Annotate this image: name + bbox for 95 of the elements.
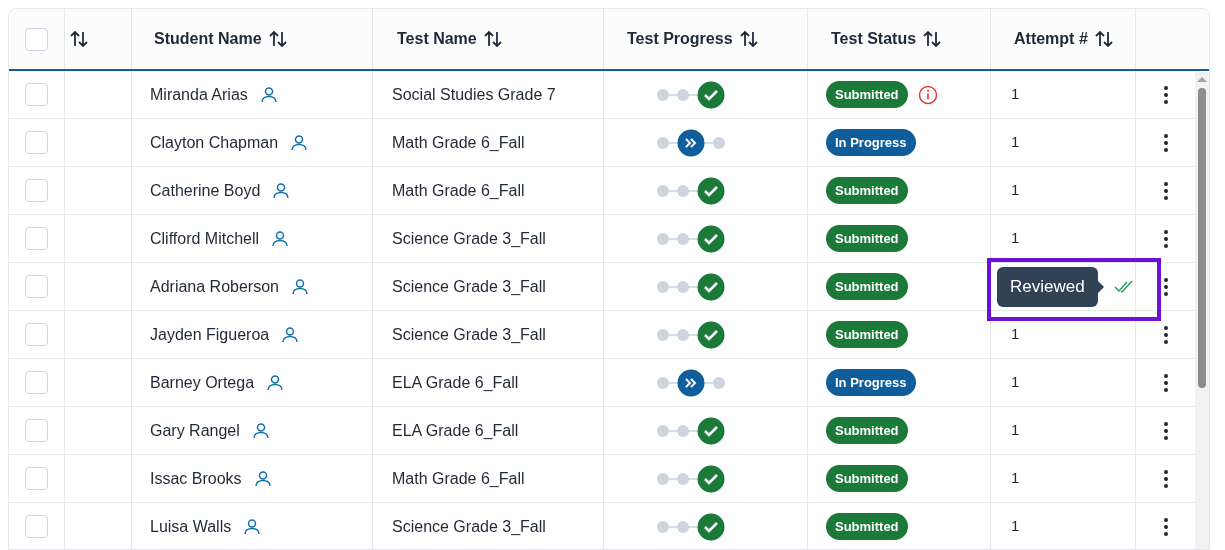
progress-stepper [656, 128, 726, 157]
student-name: Issac Brooks [150, 468, 242, 489]
progress-stepper [656, 464, 726, 493]
person-icon[interactable] [259, 85, 278, 104]
test-name: Math Grade 6_Fall [392, 132, 525, 153]
checkbox[interactable] [25, 179, 48, 202]
sort-icon[interactable] [267, 29, 288, 49]
student-name: Miranda Arias [150, 84, 248, 105]
attempt-number: 1 [1010, 420, 1020, 441]
more-options-icon[interactable] [1163, 420, 1169, 441]
column-header[interactable]: Student Name [154, 27, 262, 51]
person-icon[interactable] [253, 469, 272, 488]
column-header[interactable]: Test Name [397, 27, 477, 51]
status-badge: Submitted [826, 464, 908, 493]
attempt-number: 1 [1010, 324, 1020, 345]
person-icon[interactable] [290, 133, 309, 152]
checkbox[interactable] [25, 515, 48, 538]
attempt-number: 1 [1010, 84, 1020, 105]
column-header[interactable]: Attempt # [1014, 27, 1088, 51]
status-badge: Submitted [826, 224, 908, 253]
status-badge: Submitted [826, 80, 908, 109]
checkbox[interactable] [25, 83, 48, 106]
sort-icon[interactable] [69, 29, 89, 49]
progress-stepper [656, 368, 726, 397]
test-name: Science Grade 3_Fall [392, 516, 546, 537]
checkbox[interactable] [25, 371, 48, 394]
more-options-icon[interactable] [1163, 132, 1169, 153]
column-header[interactable]: Test Status [831, 27, 917, 51]
more-options-icon[interactable] [1163, 276, 1169, 297]
checkbox[interactable] [25, 275, 48, 298]
test-name: Science Grade 3_Fall [392, 324, 546, 345]
more-options-icon[interactable] [1163, 516, 1169, 537]
person-icon[interactable] [266, 373, 285, 392]
sort-icon[interactable] [1093, 29, 1114, 49]
attempt-number: 1 [1010, 228, 1020, 249]
status-badge: In Progress [826, 128, 916, 157]
status-badge: Submitted [826, 416, 908, 445]
progress-stepper [656, 80, 726, 109]
attempt-number: 1 [1010, 180, 1020, 201]
person-icon[interactable] [281, 325, 300, 344]
status-badge: Submitted [826, 512, 908, 541]
test-name: Math Grade 6_Fall [392, 180, 525, 201]
progress-stepper [656, 224, 726, 253]
status-badge: Submitted [826, 320, 908, 349]
student-name: Clifford Mitchell [150, 228, 260, 249]
status-badge: In Progress [826, 368, 916, 397]
sort-icon[interactable] [922, 29, 943, 49]
checkbox[interactable] [25, 323, 48, 346]
test-name: ELA Grade 6_Fall [392, 420, 519, 441]
progress-stepper [656, 176, 726, 205]
test-name: Science Grade 3_Fall [392, 276, 546, 297]
more-options-icon[interactable] [1163, 180, 1169, 201]
checkbox[interactable] [25, 419, 48, 442]
checkbox[interactable] [25, 131, 48, 154]
student-name: Catherine Boyd [150, 180, 261, 201]
student-name: Adriana Roberson [150, 276, 279, 297]
person-icon[interactable] [290, 277, 309, 296]
progress-stepper [656, 512, 726, 541]
student-name: Luisa Walls [150, 516, 232, 537]
progress-stepper [656, 320, 726, 349]
sort-icon[interactable] [482, 29, 503, 49]
student-name: Gary Rangel [150, 420, 240, 441]
student-name: Barney Ortega [150, 372, 255, 393]
test-name: ELA Grade 6_Fall [392, 372, 519, 393]
checkbox[interactable] [25, 27, 48, 51]
test-name: Social Studies Grade 7 [392, 84, 556, 105]
student-name: Jayden Figueroa [150, 324, 270, 345]
more-options-icon[interactable] [1163, 468, 1169, 489]
more-options-icon[interactable] [1163, 324, 1169, 345]
person-icon[interactable] [271, 229, 290, 248]
checkbox[interactable] [25, 467, 48, 490]
attempt-number: 1 [1010, 372, 1020, 393]
tooltip: Reviewed [997, 266, 1104, 307]
sort-icon[interactable] [738, 29, 759, 49]
progress-stepper [656, 272, 726, 301]
progress-stepper [656, 416, 726, 445]
attempt-number: 1 [1010, 468, 1020, 489]
checkbox[interactable] [25, 227, 48, 250]
person-icon[interactable] [243, 517, 262, 536]
more-options-icon[interactable] [1163, 372, 1169, 393]
person-icon[interactable] [272, 181, 291, 200]
info-icon[interactable] [917, 84, 938, 105]
attempt-number: 1 [1010, 516, 1020, 537]
more-options-icon[interactable] [1163, 84, 1169, 105]
student-name: Clayton Chapman [150, 132, 279, 153]
column-header[interactable]: Test Progress [627, 27, 733, 51]
status-badge: Submitted [826, 176, 908, 205]
more-options-icon[interactable] [1163, 228, 1169, 249]
status-badge: Submitted [826, 272, 908, 301]
person-icon[interactable] [251, 421, 270, 440]
test-name: Math Grade 6_Fall [392, 468, 525, 489]
attempt-number: 1 [1010, 132, 1020, 153]
test-name: Science Grade 3_Fall [392, 228, 546, 249]
scroll-thumb[interactable] [1198, 88, 1206, 388]
scrollbar[interactable] [1195, 72, 1209, 549]
